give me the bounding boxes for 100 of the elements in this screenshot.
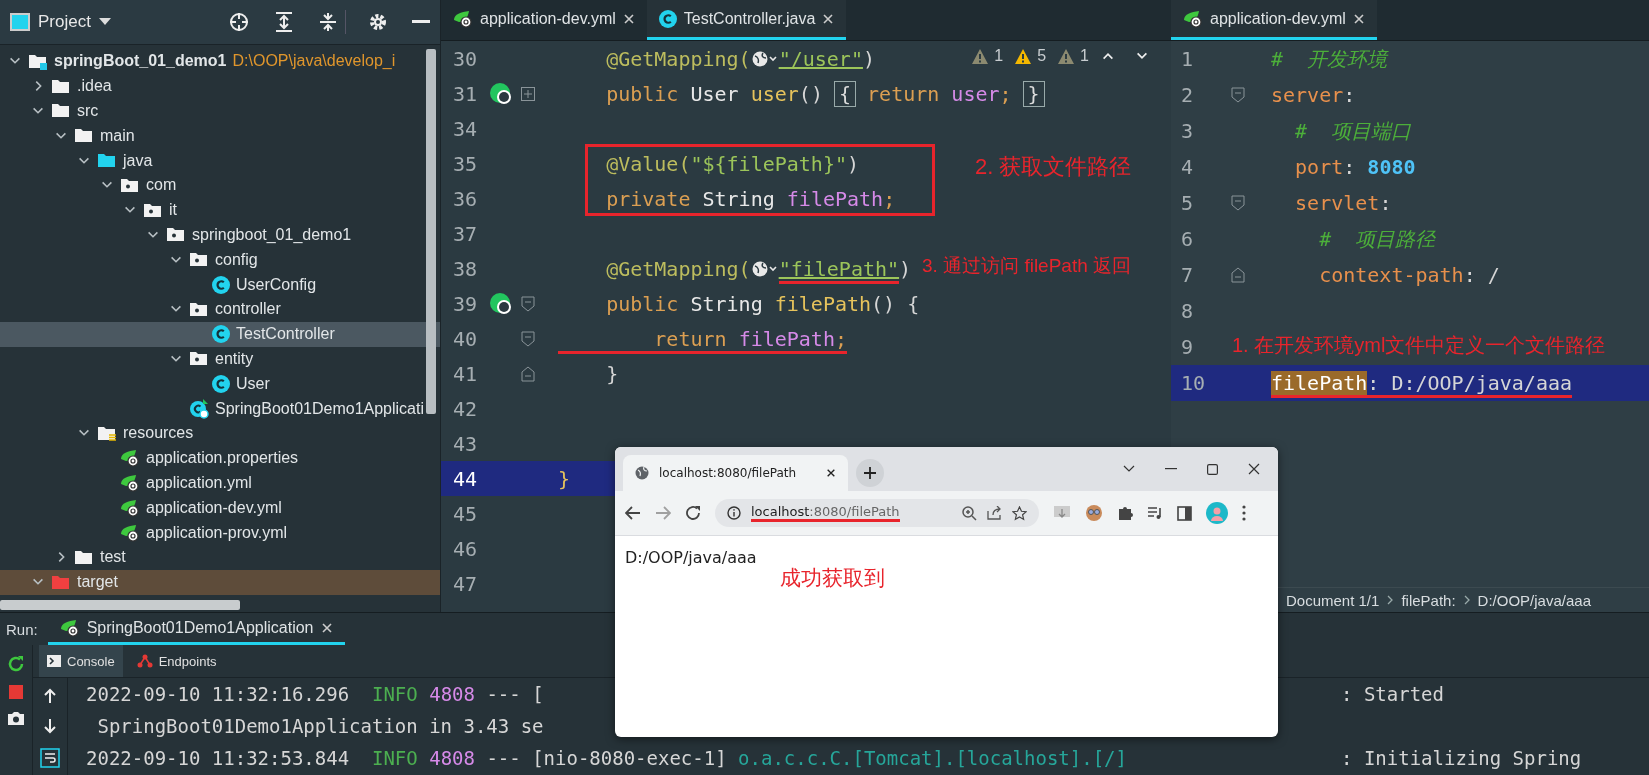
tree-item[interactable]: main [0, 123, 440, 149]
soft-wrap-icon[interactable] [40, 748, 60, 768]
warning-icon[interactable] [1015, 48, 1032, 64]
fold-marker-icon[interactable] [521, 295, 535, 312]
page-text: D:/OOP/java/aaa [625, 548, 757, 567]
menu-icon[interactable] [1242, 505, 1246, 521]
network-icon [136, 654, 153, 668]
tree-item[interactable]: java [0, 148, 440, 173]
tree-item[interactable]: test [0, 544, 440, 570]
tree-label: test [100, 548, 126, 567]
zoom-icon[interactable] [962, 505, 977, 521]
tree-item[interactable]: TestController [0, 321, 440, 347]
tree-label: resources [123, 424, 194, 443]
scrollbar[interactable] [426, 49, 436, 414]
tree-item[interactable]: User [0, 371, 440, 397]
log-text: 2022-09-10 11:32:53.844 INFO 4808 --- [nio-8080-exec-1] o.a.c.c.C.[Tomcat].[localhost].[/] [86, 747, 1128, 769]
address-bar[interactable]: localhost:8080/filePath [715, 499, 1039, 527]
tree-item[interactable]: src [0, 98, 440, 124]
editor-tab[interactable]: TestController.java [646, 0, 847, 40]
side-panel-icon[interactable] [1177, 505, 1192, 521]
warning-icon[interactable] [1058, 48, 1075, 64]
tree-item[interactable]: resources [0, 420, 440, 446]
minimize-icon[interactable] [1165, 468, 1177, 470]
code-text: } [558, 466, 571, 491]
star-icon[interactable] [1012, 505, 1027, 521]
tree-item[interactable]: entity [0, 346, 440, 372]
code-text: public String filePath() { [605, 291, 920, 316]
tree-item[interactable]: target [0, 569, 440, 595]
expand-all-icon[interactable] [275, 12, 293, 32]
run-label: Run: [6, 620, 38, 638]
code-text: private String filePath; [605, 186, 896, 211]
editor-tab[interactable]: application-dev.yml [441, 0, 647, 40]
arrow-down-icon[interactable] [43, 718, 57, 734]
line-number: 44 [452, 466, 479, 491]
tree-item[interactable]: it [0, 197, 440, 223]
line-number: 45 [452, 501, 479, 526]
leaf-gear-icon [120, 473, 140, 492]
new-tab-button[interactable] [856, 459, 884, 487]
fold-marker-icon[interactable] [521, 365, 535, 382]
playlist-icon[interactable] [1147, 506, 1163, 520]
tree-item[interactable]: UserConfig [0, 272, 440, 297]
code-text: servlet: [1294, 191, 1392, 215]
package-folder-icon [120, 176, 140, 194]
fold-plus-icon[interactable] [521, 86, 535, 101]
scrollbar[interactable] [0, 600, 240, 610]
breadcrumb[interactable]: D:/OOP/java/aaa [1477, 591, 1591, 609]
console-tab[interactable]: Console [39, 645, 123, 677]
console-tab[interactable]: Endpoints [128, 645, 225, 677]
tree-item[interactable]: springboot_01_demo1 [0, 222, 440, 248]
warning-icon[interactable] [972, 48, 989, 64]
tree-item[interactable]: SpringBoot01Demo1Applicati [0, 396, 440, 421]
tree-item[interactable]: com [0, 173, 440, 198]
minimize-icon[interactable] [412, 20, 430, 24]
window-icon [10, 13, 30, 31]
tree-item[interactable]: .idea [0, 73, 440, 99]
browser-tab[interactable]: localhost:8080/filePath [623, 455, 848, 491]
chevron-down-icon[interactable] [1123, 465, 1135, 473]
caret-icon[interactable] [98, 18, 111, 26]
code-text: "/user") [778, 46, 875, 71]
module-name: springBoot_01_demo1 [54, 52, 227, 71]
tree-label: controller [215, 300, 281, 319]
fold-marker-icon[interactable] [1231, 267, 1245, 283]
share-icon[interactable] [987, 506, 1002, 520]
tree-label: config [215, 250, 258, 269]
arrow-up-icon[interactable] [43, 688, 57, 704]
close-icon[interactable] [826, 468, 836, 478]
editor-tab[interactable]: application-dev.yml [1171, 0, 1377, 40]
leaf-gear-icon [120, 449, 140, 468]
maximize-icon[interactable] [1207, 463, 1218, 475]
tree-item[interactable]: application.yml [0, 470, 440, 496]
log-message: : Initializing Spring [1341, 747, 1583, 769]
settings-icon[interactable] [368, 12, 388, 32]
breadcrumb[interactable]: filePath: [1401, 591, 1456, 609]
tree-item[interactable]: config [0, 247, 440, 273]
panel-title[interactable]: Project [38, 12, 91, 32]
collapse-all-icon[interactable] [319, 12, 337, 32]
code-text: port: 8080 [1294, 155, 1416, 179]
camera-icon[interactable] [7, 711, 25, 726]
reload-icon[interactable] [685, 505, 701, 521]
tree-label: src [77, 102, 99, 120]
globe-badge-icon[interactable] [489, 81, 513, 106]
target-icon[interactable] [229, 12, 249, 32]
extension-icon[interactable] [1085, 504, 1103, 522]
tree-item[interactable]: application.properties [0, 445, 440, 471]
rerun-icon[interactable] [7, 655, 25, 673]
code-text: @GetMapping( [605, 256, 751, 281]
fold-marker-icon[interactable] [521, 330, 535, 347]
puzzle-icon[interactable] [1117, 505, 1133, 521]
tree-item[interactable]: controller [0, 296, 440, 322]
back-icon[interactable] [625, 506, 641, 520]
tree-item[interactable]: springBoot_01_demo1 D:\OOP\java\develop_i [0, 49, 440, 74]
line-number: 5 [1180, 191, 1195, 215]
tree-item[interactable]: application-dev.yml [0, 495, 440, 521]
close-icon[interactable] [1248, 463, 1260, 475]
log-message: : Started [1341, 683, 1445, 705]
breadcrumb[interactable]: Document 1/1 [1286, 591, 1380, 609]
fold-marker-icon[interactable] [1231, 87, 1245, 103]
tree-item[interactable]: application-prov.yml [0, 520, 440, 545]
globe-badge-icon[interactable] [489, 291, 513, 316]
fold-marker-icon[interactable] [1231, 195, 1245, 211]
